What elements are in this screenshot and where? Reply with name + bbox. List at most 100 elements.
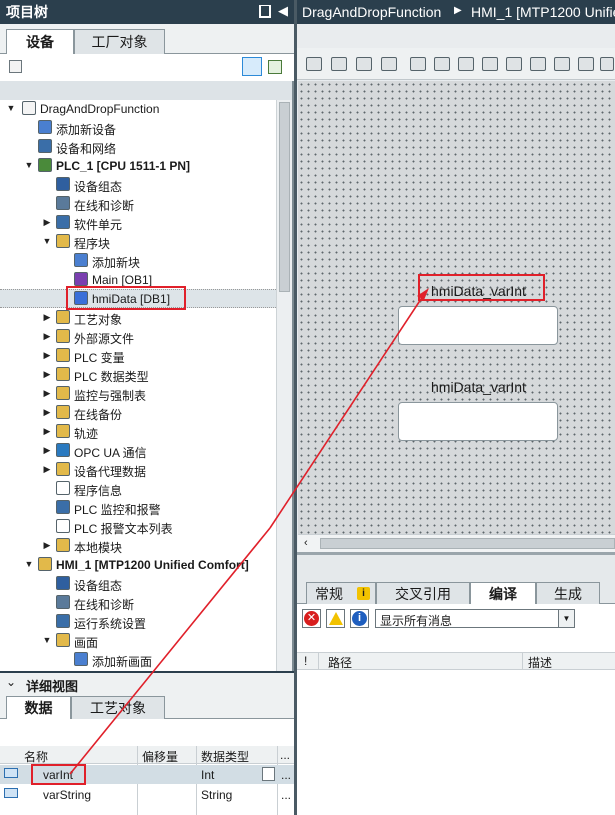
- chevron-right-icon[interactable]: ▶: [42, 540, 52, 550]
- tree-item[interactable]: ▶ 设备代理数据: [0, 460, 276, 479]
- align-right-icon[interactable]: [458, 57, 474, 71]
- tree-scrollbar[interactable]: [276, 100, 292, 671]
- row-name-varstring[interactable]: varString: [43, 788, 91, 802]
- col-more[interactable]: ...: [280, 748, 290, 762]
- tree-item[interactable]: 添加新块: [0, 251, 276, 270]
- collapse-left-icon[interactable]: ◀: [278, 3, 288, 19]
- tree-item[interactable]: 在线和诊断: [0, 593, 276, 612]
- col-name[interactable]: 名称: [24, 748, 48, 765]
- project-tree-header: 项目树 ◀: [0, 0, 294, 24]
- tree-item[interactable]: 设备和网络: [0, 137, 276, 156]
- io-field-1[interactable]: [398, 306, 558, 345]
- tree-item[interactable]: ▼ DragAndDropFunction: [0, 99, 276, 118]
- tab-plant-objects[interactable]: 工厂对象: [74, 29, 165, 54]
- chevron-down-icon[interactable]: ▼: [42, 635, 52, 645]
- align-middle-icon[interactable]: [506, 57, 522, 71]
- chevron-right-icon[interactable]: ▶: [42, 445, 52, 455]
- col-type[interactable]: 数据类型: [201, 748, 249, 765]
- tree-item[interactable]: ▶ PLC 变量: [0, 346, 276, 365]
- tab-general[interactable]: 常规 i: [306, 582, 376, 604]
- scrollbar-thumb[interactable]: [320, 538, 615, 549]
- tree-item[interactable]: ▶ 监控与强制表: [0, 384, 276, 403]
- project-view-icon[interactable]: [9, 60, 22, 73]
- tree-item[interactable]: 运行系统设置: [0, 612, 276, 631]
- align-bottom-icon[interactable]: [530, 57, 546, 71]
- redo-icon[interactable]: [381, 57, 397, 71]
- export-icon[interactable]: [268, 60, 282, 74]
- tree-item[interactable]: ▶ 工艺对象: [0, 308, 276, 327]
- message-filter-select[interactable]: 显示所有消息 ▼: [375, 609, 575, 628]
- tree-item[interactable]: 程序信息: [0, 479, 276, 498]
- error-filter-icon[interactable]: ✕: [302, 609, 321, 628]
- chevron-right-icon[interactable]: ▶: [42, 217, 52, 227]
- chevron-down-icon[interactable]: ▼: [24, 160, 34, 170]
- col-description[interactable]: 描述: [528, 654, 552, 671]
- breadcrumb-project[interactable]: DragAndDropFunction: [302, 4, 441, 20]
- align-top-icon[interactable]: [482, 57, 498, 71]
- rotate-right-icon[interactable]: [356, 57, 372, 71]
- tree-item[interactable]: 添加新画面: [0, 650, 276, 669]
- tree-item[interactable]: ▼ 程序块: [0, 232, 276, 251]
- chevron-down-icon[interactable]: ▼: [42, 236, 52, 246]
- list-view-icon[interactable]: [242, 57, 262, 76]
- more-tools-icon[interactable]: [600, 57, 614, 71]
- align-center-icon[interactable]: [434, 57, 450, 71]
- tree-item-label: HMI_1 [MTP1200 Unified Comfort]: [56, 558, 249, 572]
- distribute-v-icon[interactable]: [578, 57, 594, 71]
- panel-splitter[interactable]: [294, 0, 297, 815]
- chevron-right-icon[interactable]: ▶: [42, 388, 52, 398]
- chevron-right-icon[interactable]: ▶: [42, 426, 52, 436]
- breadcrumb-hmi[interactable]: HMI_1 [MTP1200 Unified: [471, 4, 615, 20]
- row-more[interactable]: ...: [281, 788, 291, 802]
- tree-item[interactable]: ▶ 轨迹: [0, 422, 276, 441]
- tree-item[interactable]: ▶ 在线备份: [0, 403, 276, 422]
- chevron-down-icon[interactable]: ▼: [24, 559, 34, 569]
- chevron-right-icon[interactable]: ▶: [42, 464, 52, 474]
- tab-tech-objects[interactable]: 工艺对象: [71, 696, 165, 719]
- tab-devices[interactable]: 设备: [6, 29, 74, 54]
- tree-item[interactable]: ▶ OPC UA 通信: [0, 441, 276, 460]
- io-field-2[interactable]: [398, 402, 558, 441]
- col-severity[interactable]: !: [304, 654, 307, 668]
- chevron-right-icon[interactable]: ▶: [42, 312, 52, 322]
- tree-item[interactable]: 添加新设备: [0, 118, 276, 137]
- tab-data[interactable]: 数据: [6, 696, 71, 719]
- tab-compile[interactable]: 编译: [470, 582, 536, 604]
- tab-generate[interactable]: 生成: [536, 582, 600, 604]
- tree-item[interactable]: ▼ 画面: [0, 631, 276, 650]
- info-filter-icon[interactable]: i: [350, 609, 369, 628]
- tree-item[interactable]: ▶ 软件单元: [0, 213, 276, 232]
- tree-item[interactable]: PLC 报警文本列表: [0, 517, 276, 536]
- tree-item[interactable]: ▼ PLC_1 [CPU 1511-1 PN]: [0, 156, 276, 175]
- scroll-left-icon[interactable]: ‹: [304, 537, 308, 549]
- tree-item[interactable]: PLC 监控和报警: [0, 498, 276, 517]
- chevron-right-icon[interactable]: ▶: [42, 350, 52, 360]
- distribute-h-icon[interactable]: [554, 57, 570, 71]
- tree-item[interactable]: ▶ 外部源文件: [0, 327, 276, 346]
- align-left-icon[interactable]: [410, 57, 426, 71]
- scrollbar-thumb[interactable]: [279, 102, 290, 292]
- chevron-down-icon[interactable]: ⌄: [6, 675, 16, 689]
- list-icon[interactable]: [262, 767, 275, 781]
- paint-icon[interactable]: [306, 57, 322, 71]
- tab-cross-reference[interactable]: 交叉引用: [376, 582, 470, 604]
- chevron-right-icon[interactable]: ▶: [42, 331, 52, 341]
- tree-item[interactable]: ▶ 本地模块: [0, 536, 276, 555]
- tree-item[interactable]: 设备组态: [0, 175, 276, 194]
- warning-filter-icon[interactable]: [326, 609, 345, 628]
- canvas-hscrollbar[interactable]: ‹: [298, 534, 615, 552]
- tree-item[interactable]: ▶ PLC 数据类型: [0, 365, 276, 384]
- row-more[interactable]: ...: [281, 768, 291, 782]
- pin-icon[interactable]: [259, 5, 271, 18]
- dropdown-arrow-icon[interactable]: ▼: [558, 610, 574, 627]
- col-path[interactable]: 路径: [328, 654, 352, 671]
- chevron-right-icon[interactable]: ▶: [42, 369, 52, 379]
- tree-item[interactable]: ▼ HMI_1 [MTP1200 Unified Comfort]: [0, 555, 276, 574]
- tree-item[interactable]: 在线和诊断: [0, 194, 276, 213]
- rotate-left-icon[interactable]: [331, 57, 347, 71]
- tree-item[interactable]: 设备组态: [0, 574, 276, 593]
- canvas-label-2[interactable]: hmiData_varInt: [431, 379, 526, 395]
- col-offset[interactable]: 偏移量: [142, 748, 178, 765]
- chevron-right-icon[interactable]: ▶: [42, 407, 52, 417]
- chevron-down-icon[interactable]: ▼: [6, 103, 16, 113]
